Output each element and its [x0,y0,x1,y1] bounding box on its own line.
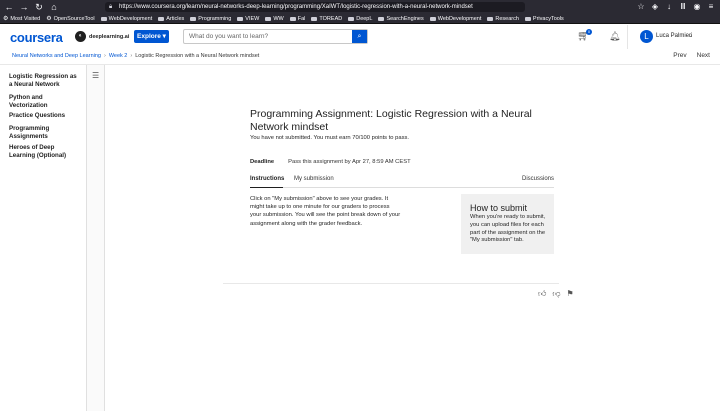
site-header: coursera ◐ deeplearning.ai Explore ▾ ⌕ 🛒… [0,25,720,50]
url-bar[interactable]: 🔒︎ https://www.coursera.org/learn/neural… [105,2,525,12]
chevron-down-icon[interactable]: ⌄ [688,32,693,39]
bookmark-folder[interactable]: Research [487,16,519,22]
submission-status: You have not submitted. You must earn 70… [250,135,409,141]
tab-instructions[interactable]: Instructions [250,176,284,182]
breadcrumb-week[interactable]: Week 2 [109,53,128,59]
partner-logo[interactable]: ◐ deeplearning.ai [75,31,129,42]
avatar[interactable]: L [640,30,653,43]
sidebar-item-programming-assignments[interactable]: Programming Assignments [9,125,81,141]
bookmark-most-visited[interactable]: ⚙ Most Visited [3,15,40,23]
bookmark-folder[interactable]: SearchEngines [378,16,424,22]
folder-icon [311,16,318,21]
back-icon[interactable]: ← [3,1,15,13]
shield-icon[interactable]: ◈ [650,1,660,13]
feedback-icons: 👍︎ 👎︎ ⚑ [538,289,574,299]
gear-icon: ⚙ [46,16,52,22]
assignment-tabs: Instructions My submission Discussions [250,175,554,188]
home-icon[interactable]: ⌂ [48,1,60,13]
active-tab-underline [250,186,283,188]
bookmark-folder[interactable]: WW [265,16,284,22]
how-to-submit-box: How to submit When you're ready to submi… [461,194,554,254]
username[interactable]: Luca Palmieri [656,33,692,39]
folder-icon [429,16,436,21]
bookmarks-bar: ⚙ Most Visited ⚙ OpenSourceTool WebDevelop… [0,14,720,24]
breadcrumb-separator: › [130,53,133,59]
cart-badge: 0 [586,29,592,35]
breadcrumb-course[interactable]: Neural Networks and Deep Learning [12,53,101,59]
deeplearning-logo-icon: ◐ [75,31,86,42]
flag-icon[interactable]: ⚑ [567,289,574,299]
sidebar-item-python-vectorization[interactable]: Python and Vectorization [9,94,81,110]
forward-icon[interactable]: → [18,1,30,13]
extension-icon[interactable]: ◉ [692,1,702,13]
folder-icon [348,16,355,21]
tab-discussions[interactable]: Discussions [522,176,554,182]
breadcrumb-separator: › [103,53,106,59]
search-input[interactable] [184,30,357,43]
how-to-submit-title: How to submit [470,203,528,213]
bookmark-folder[interactable]: Programming [190,16,231,22]
page-title: Programming Assignment: Logistic Regress… [250,108,532,133]
gear-icon: ⚙ [3,16,9,22]
deadline-text: Pass this assignment by Apr 27, 8:59 AM … [288,159,411,165]
content-divider [223,283,559,284]
bookmark-folder[interactable]: WebDevelopment [429,16,481,22]
header-divider [627,25,628,49]
search-button[interactable]: ⌕ [352,30,367,43]
lock-icon: 🔒︎ [109,4,113,10]
browser-toolbar: ← → ↻ ⌂ 🔒︎ https://www.coursera.org/lear… [0,0,720,14]
how-to-submit-text: When you're ready to submit, you can upl… [470,214,546,244]
bookmark-folder[interactable]: Articles [158,16,184,22]
bookmark-folder[interactable]: DeepL [348,16,372,22]
main-content: Programming Assignment: Logistic Regress… [105,65,720,411]
thumbs-up-icon[interactable]: 👍︎ [538,289,546,299]
bookmark-folder[interactable]: VIEW [237,16,259,22]
sidebar-item-heroes[interactable]: Heroes of Deep Learning (Optional) [9,144,81,160]
breadcrumb-bar: Neural Networks and Deep Learning › Week… [0,49,720,65]
folder-icon [158,16,165,21]
bookmark-item[interactable]: ⚙ OpenSourceTool [46,15,94,23]
folder-icon [524,16,531,21]
sidebar-toggle-column: ☰ [87,65,105,411]
bookmark-folder[interactable]: WebDevelopment [100,16,152,22]
folder-icon [190,16,197,21]
explore-button[interactable]: Explore ▾ [134,30,169,43]
downloads-icon[interactable]: ↓ [664,1,674,13]
sidebar-item-logistic-regression[interactable]: Logistic Regression as a Neural Network [9,73,81,89]
sidebar-item-practice-questions[interactable]: Practice Questions [9,112,81,120]
sidebar: Logistic Regression as a Neural Network … [0,65,87,411]
breadcrumb: Neural Networks and Deep Learning › Week… [12,53,259,59]
folder-icon [265,16,272,21]
reload-icon[interactable]: ↻ [33,1,45,13]
folder-icon [237,16,244,21]
next-button[interactable]: Next [697,52,710,59]
bookmark-folder[interactable]: TOREAD [311,16,342,22]
list-toggle-icon[interactable]: ☰ [92,71,99,80]
folder-icon [100,16,107,21]
folder-icon [289,16,296,21]
prev-button[interactable]: Prev [673,52,686,59]
bookmark-folder[interactable]: Fal [289,16,305,22]
url-text: https://www.coursera.org/learn/neural-ne… [119,4,473,10]
library-icon[interactable]: Ⅲ [678,1,688,13]
coursera-logo[interactable]: coursera [10,30,63,45]
bookmark-folder[interactable]: PrivacyTools [524,16,564,22]
breadcrumb-current: Logistic Regression with a Neural Networ… [135,53,260,59]
instructions-text: Click on "My submission" above to see yo… [250,196,401,227]
search-box: ⌕ [183,29,368,44]
bell-icon[interactable]: 🔔︎ [609,31,620,42]
folder-icon [378,16,385,21]
deadline-label: Deadline [250,159,275,165]
thumbs-down-icon[interactable]: 👎︎ [552,289,560,299]
folder-icon [487,16,494,21]
deadline-row: Deadline Pass this assignment by Apr 27,… [250,159,411,165]
search-icon: ⌕ [357,33,362,40]
tab-my-submission[interactable]: My submission [294,176,334,182]
bookmark-star-icon[interactable]: ☆ [636,1,646,13]
menu-icon[interactable]: ≡ [706,1,716,13]
